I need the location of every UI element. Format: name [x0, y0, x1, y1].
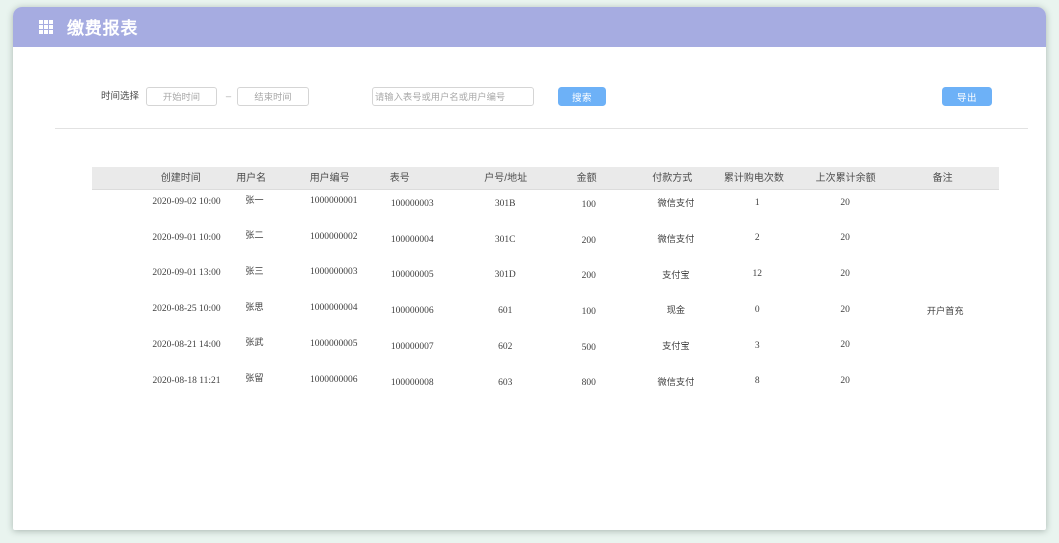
end-time-input[interactable]: [237, 87, 309, 106]
table-header-row: 创建时间 用户名 用户编号 表号 户号/地址 金额 付款方式 累计购电次数 上次…: [92, 167, 999, 190]
report-card: 缴费报表 时间选择 – 搜索 导出 创建时间 用户名 用户编号 表号 户号/地址…: [13, 7, 1046, 530]
export-button[interactable]: 导出: [942, 87, 992, 106]
column-header-purchase-count: 累计购电次数: [724, 167, 784, 190]
column-header-account-address: 户号/地址: [484, 167, 527, 190]
column-header-amount: 金额: [577, 167, 597, 190]
column-header-payment-method: 付款方式: [652, 167, 692, 190]
column-header-username: 用户名: [236, 167, 266, 190]
search-button[interactable]: 搜索: [558, 87, 606, 106]
time-range-label: 时间选择: [101, 87, 139, 106]
column-header-remark: 备注: [933, 167, 953, 190]
filter-divider: [55, 128, 1028, 129]
column-header-created-time: 创建时间: [161, 167, 201, 190]
column-header-meter-no: 表号: [390, 167, 410, 190]
search-input[interactable]: [372, 87, 534, 106]
titlebar: 缴费报表: [13, 7, 1046, 47]
column-header-user-id: 用户编号: [310, 167, 350, 190]
range-separator-dash: –: [221, 87, 236, 106]
grid-icon: [39, 20, 53, 34]
page-title: 缴费报表: [67, 14, 138, 40]
column-header-previous-balance: 上次累计余额: [816, 167, 876, 190]
start-time-input[interactable]: [146, 87, 217, 106]
